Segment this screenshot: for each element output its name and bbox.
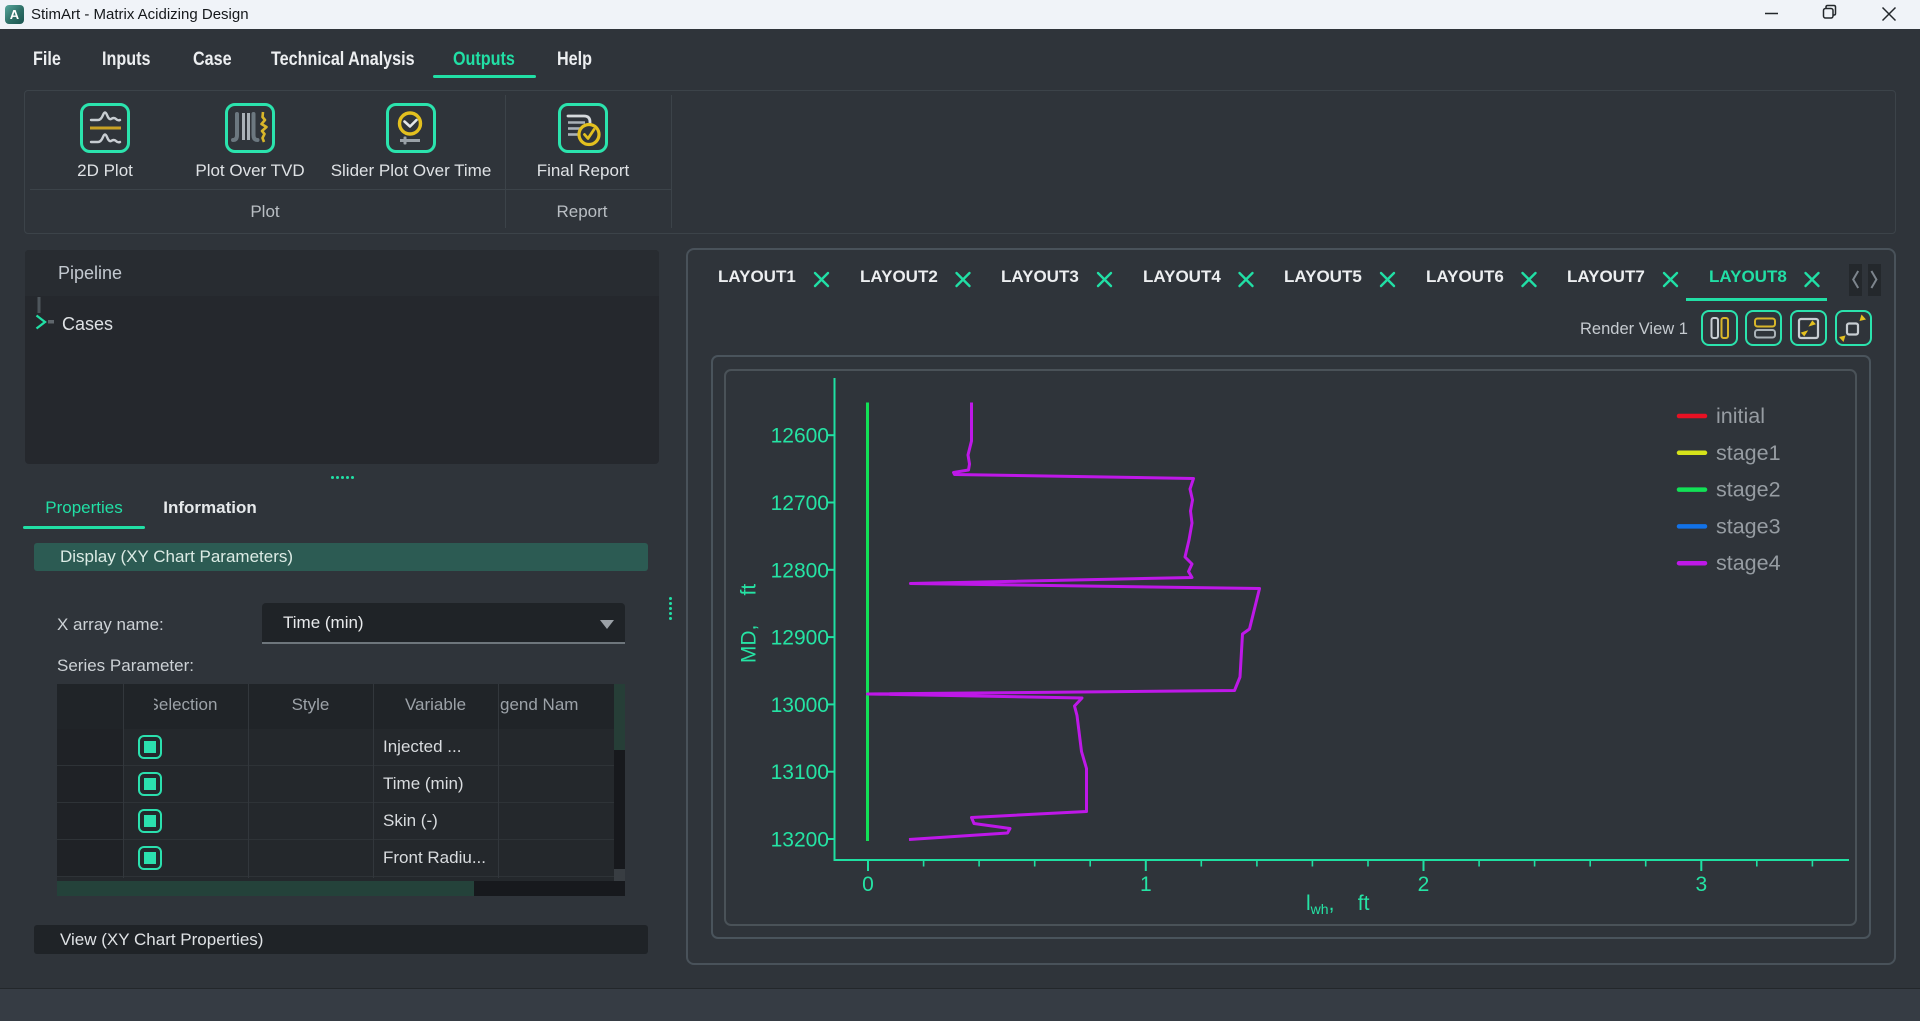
svg-text:12800: 12800 (771, 559, 829, 582)
svg-text:initial: initial (1716, 404, 1765, 428)
svg-text:12900: 12900 (771, 627, 829, 650)
svg-text:stage4: stage4 (1716, 551, 1781, 575)
svg-text:0: 0 (862, 873, 874, 896)
svg-text:2: 2 (1418, 873, 1430, 896)
svg-text:1: 1 (1140, 873, 1152, 896)
svg-text:12700: 12700 (771, 492, 829, 515)
svg-text:12600: 12600 (771, 425, 829, 448)
svg-text:13200: 13200 (771, 829, 829, 852)
svg-text:stage1: stage1 (1716, 441, 1781, 465)
svg-text:13000: 13000 (771, 694, 829, 717)
svg-text:13100: 13100 (771, 761, 829, 784)
svg-text:stage3: stage3 (1716, 514, 1781, 538)
svg-text:stage2: stage2 (1716, 478, 1781, 502)
svg-text:3: 3 (1695, 873, 1707, 896)
svg-text:lwh, ft: lwh, ft (1306, 892, 1370, 917)
svg-text:MD, ft: MD, ft (738, 584, 761, 664)
